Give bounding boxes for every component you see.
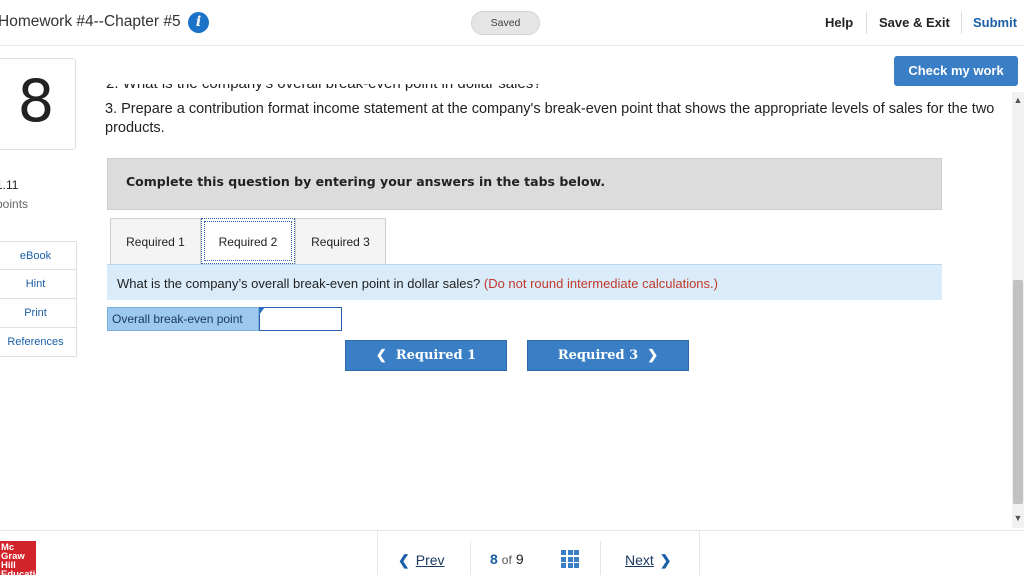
prompt-question: What is the company’s overall break-even… <box>117 276 718 291</box>
prev-question-link[interactable]: ❮ Prev <box>398 552 451 569</box>
save-exit-link[interactable]: Save & Exit <box>879 15 950 30</box>
next-question-link[interactable]: Next ❯ <box>619 552 672 569</box>
grid-icon[interactable] <box>561 550 579 568</box>
sidebar-item-ebook[interactable]: eBook <box>0 241 77 270</box>
chevron-right-icon: ❯ <box>659 552 672 568</box>
prompt-bar: What is the company’s overall break-even… <box>107 264 942 300</box>
current-page: 8 <box>490 551 498 567</box>
tab-required-1[interactable]: Required 1 <box>110 218 201 264</box>
question-number-box: 8 <box>0 58 76 150</box>
pager-divider <box>600 541 601 575</box>
previous-required-label: Required 1 <box>395 348 477 363</box>
footer: Mc Graw Hill Education ❮ Prev 8 of 9 Next ❯ <box>0 530 1024 575</box>
instruction-text: Complete this question by entering your … <box>126 174 606 189</box>
points-label: points <box>0 197 29 211</box>
previous-required-button[interactable]: ❮ Required 1 <box>345 340 507 371</box>
question-item-3-text: 3. Prepare a contribution format income … <box>105 101 995 136</box>
prev-label: Prev <box>415 552 445 568</box>
instruction-panel: Complete this question by entering your … <box>107 158 942 210</box>
break-even-input[interactable] <box>259 307 342 331</box>
sidebar-item-references[interactable]: References <box>0 328 77 357</box>
sidebar-item-hint[interactable]: Hint <box>0 270 77 299</box>
scroll-thumb[interactable] <box>1013 280 1023 504</box>
content-scrollbar[interactable]: ▲ ▼ <box>1012 92 1024 528</box>
scroll-down-icon[interactable]: ▼ <box>1012 510 1024 526</box>
prompt-question-text: What is the company’s overall break-even… <box>117 276 481 291</box>
assignment-title: Homework #4--Chapter #5 <box>0 13 181 30</box>
question-item-2-text: 2. What is the company's overall break-e… <box>106 84 542 92</box>
pager-divider <box>470 541 471 575</box>
mcgraw-hill-logo: Mc Graw Hill Education <box>0 541 47 575</box>
question-number: 8 <box>17 67 55 135</box>
submit-link[interactable]: Submit <box>973 15 1017 30</box>
question-pager: ❮ Prev 8 of 9 Next ❯ <box>377 531 700 575</box>
help-link[interactable]: Help <box>825 15 853 30</box>
header-divider <box>961 12 962 34</box>
chevron-left-icon: ❮ <box>375 348 387 363</box>
sidebar-item-print[interactable]: Print <box>0 299 77 328</box>
total-pages: 9 <box>515 551 524 567</box>
top-header: Homework #4--Chapter #5 i Saved Help Sav… <box>0 0 1024 46</box>
points-value: 1.11 <box>0 178 19 192</box>
page-counter: 8 of 9 <box>490 551 524 567</box>
chevron-right-icon: ❯ <box>647 348 659 363</box>
answer-label: Overall break-even point <box>107 307 259 331</box>
header-divider <box>866 12 867 34</box>
question-item-cutoff: 2. What is the company's overall break-e… <box>106 84 566 92</box>
tab-required-3[interactable]: Required 3 <box>295 218 386 264</box>
prompt-note: (Do not round intermediate calculations.… <box>483 276 718 291</box>
chevron-left-icon: ❮ <box>398 552 410 568</box>
next-required-button[interactable]: Required 3 ❯ <box>527 340 689 371</box>
next-label: Next <box>625 552 654 568</box>
scroll-up-icon[interactable]: ▲ <box>1012 92 1024 108</box>
sidebar-tools: eBook Hint Print References <box>0 241 77 357</box>
info-icon[interactable]: i <box>188 12 209 33</box>
tab-required-2[interactable]: Required 2 <box>201 218 295 264</box>
next-required-label: Required 3 <box>557 348 639 363</box>
saved-status-badge: Saved <box>471 11 540 35</box>
of-label: of <box>501 553 512 567</box>
check-my-work-button[interactable]: Check my work <box>894 56 1018 86</box>
